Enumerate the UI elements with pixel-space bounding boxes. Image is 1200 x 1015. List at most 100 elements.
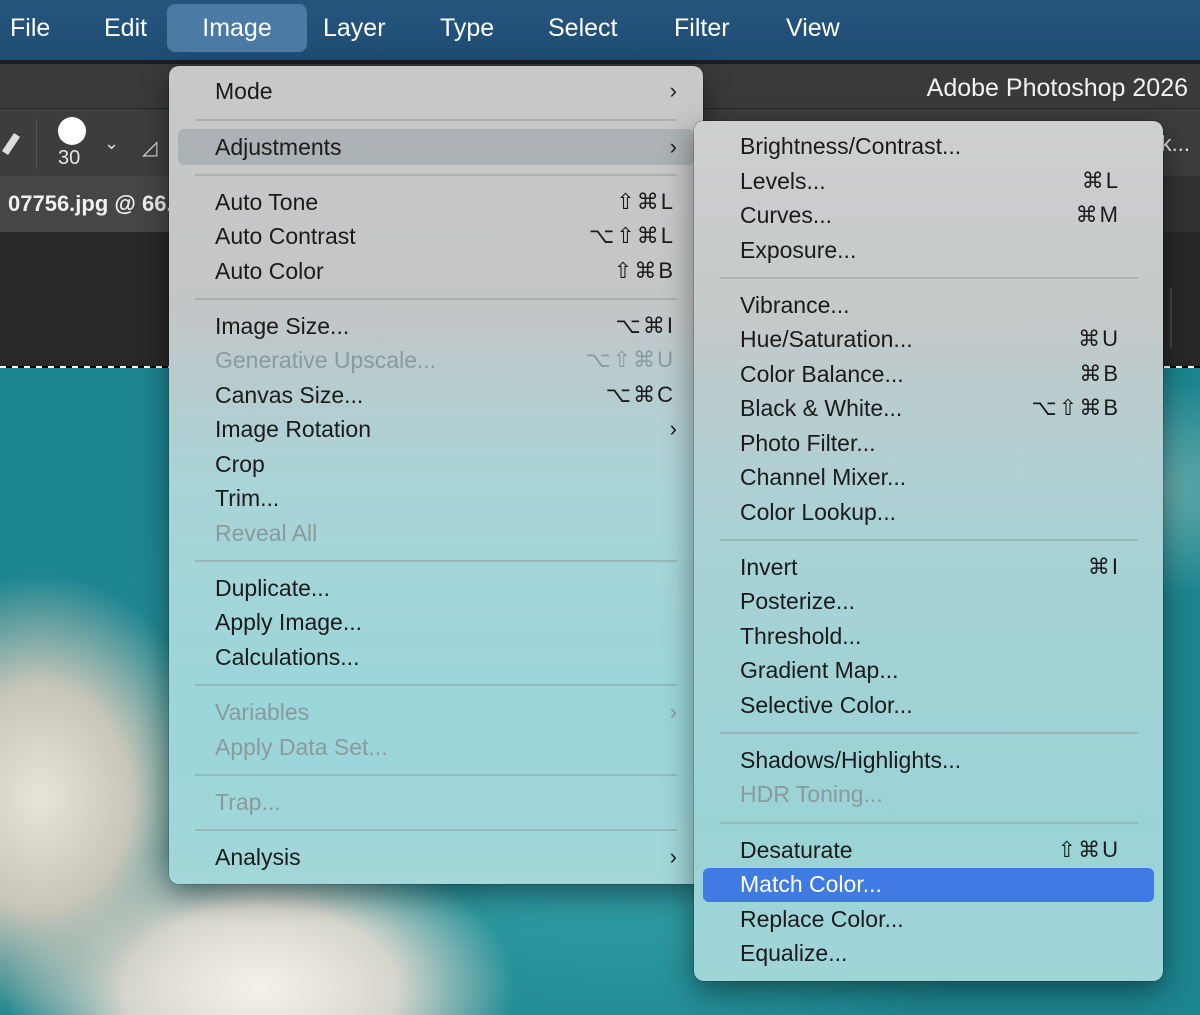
menu-item-label: Replace Color... — [740, 906, 904, 932]
shortcut: ⌘U — [1078, 326, 1120, 351]
menu-item-label: Exposure... — [740, 237, 857, 263]
menu-item-label: Analysis — [215, 844, 301, 870]
menu-item-label: Posterize... — [740, 588, 856, 614]
menu-divider — [195, 119, 677, 121]
menu-file[interactable]: File — [0, 4, 66, 52]
shortcut: ⇧⌘B — [613, 258, 675, 283]
menu-divider — [195, 684, 677, 686]
menu-item-canvas-size[interactable]: Canvas Size... ⌥⌘C — [215, 378, 675, 412]
brush-tool-icon[interactable] — [0, 127, 22, 157]
chevron-right-icon: › — [669, 844, 677, 869]
menu-item-levels[interactable]: Levels... ⌘L — [740, 164, 1120, 198]
menu-item-apply-data-set: Apply Data Set... — [215, 730, 675, 764]
menu-divider — [720, 822, 1138, 824]
menu-item-label: Equalize... — [740, 940, 848, 966]
menu-item-crop[interactable]: Crop — [215, 447, 675, 481]
menu-item-label: Canvas Size... — [215, 382, 364, 408]
menu-divider — [195, 174, 677, 176]
menu-item-posterize[interactable]: Posterize... — [740, 584, 1120, 618]
menu-item-label: HDR Toning... — [740, 781, 883, 807]
menu-item-image-size[interactable]: Image Size... ⌥⌘I — [215, 309, 675, 343]
menu-item-label: Mode — [215, 78, 273, 104]
menu-item-channel-mixer[interactable]: Channel Mixer... — [740, 460, 1120, 494]
menu-item-threshold[interactable]: Threshold... — [740, 619, 1120, 653]
shortcut: ⌥⇧⌘L — [588, 223, 675, 248]
menu-divider — [195, 774, 677, 776]
menu-item-shadows-highlights[interactable]: Shadows/Highlights... — [740, 743, 1120, 777]
menu-item-label: Brightness/Contrast... — [740, 133, 962, 159]
menu-item-hue-saturation[interactable]: Hue/Saturation... ⌘U — [740, 322, 1120, 356]
menu-item-analysis[interactable]: Analysis › — [215, 840, 677, 874]
shortcut: ⌘M — [1075, 202, 1120, 227]
menu-item-label: Levels... — [740, 168, 826, 194]
menu-item-replace-color[interactable]: Replace Color... — [740, 902, 1120, 936]
menu-item-mode[interactable]: Mode › — [215, 74, 677, 108]
shortcut: ⌘B — [1079, 361, 1120, 386]
menu-divider — [720, 732, 1138, 734]
menu-item-image-rotation[interactable]: Image Rotation › — [215, 412, 677, 446]
menu-item-label: Desaturate — [740, 837, 853, 863]
menu-item-variables: Variables › — [215, 695, 677, 729]
chevron-right-icon: › — [669, 699, 677, 724]
menu-item-label: Invert — [740, 554, 798, 580]
menu-item-brightness-contrast[interactable]: Brightness/Contrast... — [740, 129, 1120, 163]
menu-item-label: Generative Upscale... — [215, 347, 437, 373]
menu-item-label: Curves... — [740, 202, 833, 228]
shortcut: ⌘L — [1081, 168, 1120, 193]
menu-item-invert[interactable]: Invert ⌘I — [740, 550, 1120, 584]
menu-item-gradient-map[interactable]: Gradient Map... — [740, 653, 1120, 687]
menu-item-label: Trap... — [215, 789, 281, 815]
menu-item-hdr-toning: HDR Toning... — [740, 777, 1120, 811]
menu-item-label: Gradient Map... — [740, 657, 899, 683]
menu-item-label: Hue/Saturation... — [740, 326, 913, 352]
menu-layer[interactable]: Layer — [307, 4, 402, 52]
menu-item-auto-tone[interactable]: Auto Tone ⇧⌘L — [215, 185, 675, 219]
menu-item-label: Trim... — [215, 485, 280, 511]
menu-type[interactable]: Type — [424, 4, 510, 52]
menu-view[interactable]: View — [770, 4, 856, 52]
menu-item-match-color[interactable]: Match Color... — [740, 867, 1120, 901]
menu-item-apply-image[interactable]: Apply Image... — [215, 605, 675, 639]
menu-item-auto-color[interactable]: Auto Color ⇧⌘B — [215, 254, 675, 288]
brush-size-value: 30 — [58, 147, 81, 169]
menu-item-exposure[interactable]: Exposure... — [740, 233, 1120, 267]
shortcut: ⌥⌘I — [615, 313, 675, 338]
shortcut: ⌥⇧⌘B — [1031, 395, 1120, 420]
panel-edge — [1170, 288, 1172, 348]
menu-item-adjustments[interactable]: Adjustments › — [215, 130, 677, 164]
menu-item-photo-filter[interactable]: Photo Filter... — [740, 426, 1120, 460]
menu-image[interactable]: Image — [167, 4, 307, 52]
menu-divider — [720, 277, 1138, 279]
menu-item-equalize[interactable]: Equalize... — [740, 936, 1120, 970]
menu-edit[interactable]: Edit — [88, 4, 163, 52]
menu-item-label: Image Rotation — [215, 416, 371, 442]
menu-item-curves[interactable]: Curves... ⌘M — [740, 198, 1120, 232]
menu-divider — [720, 539, 1138, 541]
menu-item-label: Vibrance... — [740, 292, 850, 318]
menu-item-trap: Trap... — [215, 785, 675, 819]
menu-item-label: Color Lookup... — [740, 499, 896, 525]
menu-divider — [195, 829, 677, 831]
brush-preview-icon[interactable] — [58, 117, 86, 145]
menu-item-calculations[interactable]: Calculations... — [215, 640, 675, 674]
shortcut: ⇧⌘L — [616, 189, 675, 214]
menu-select[interactable]: Select — [532, 4, 633, 52]
menu-item-color-lookup[interactable]: Color Lookup... — [740, 495, 1120, 529]
menu-item-black-white[interactable]: Black & White... ⌥⇧⌘B — [740, 391, 1120, 425]
menu-divider — [195, 298, 677, 300]
menu-item-vibrance[interactable]: Vibrance... — [740, 288, 1120, 322]
menu-item-label: Duplicate... — [215, 575, 331, 601]
shortcut: ⌥⌘C — [605, 382, 675, 407]
menu-item-selective-color[interactable]: Selective Color... — [740, 688, 1120, 722]
menu-item-duplicate[interactable]: Duplicate... — [215, 571, 675, 605]
chevron-right-icon: › — [669, 416, 677, 441]
chevron-down-icon[interactable]: ⌄ — [104, 133, 119, 154]
menu-item-trim[interactable]: Trim... — [215, 481, 675, 515]
angle-icon[interactable]: ◿ — [142, 135, 157, 160]
menu-item-auto-contrast[interactable]: Auto Contrast ⌥⇧⌘L — [215, 219, 675, 253]
shortcut: ⌘I — [1087, 554, 1120, 579]
menu-item-desaturate[interactable]: Desaturate ⇧⌘U — [740, 833, 1120, 867]
menu-item-color-balance[interactable]: Color Balance... ⌘B — [740, 357, 1120, 391]
chevron-right-icon: › — [669, 78, 677, 103]
menu-filter[interactable]: Filter — [658, 4, 746, 52]
